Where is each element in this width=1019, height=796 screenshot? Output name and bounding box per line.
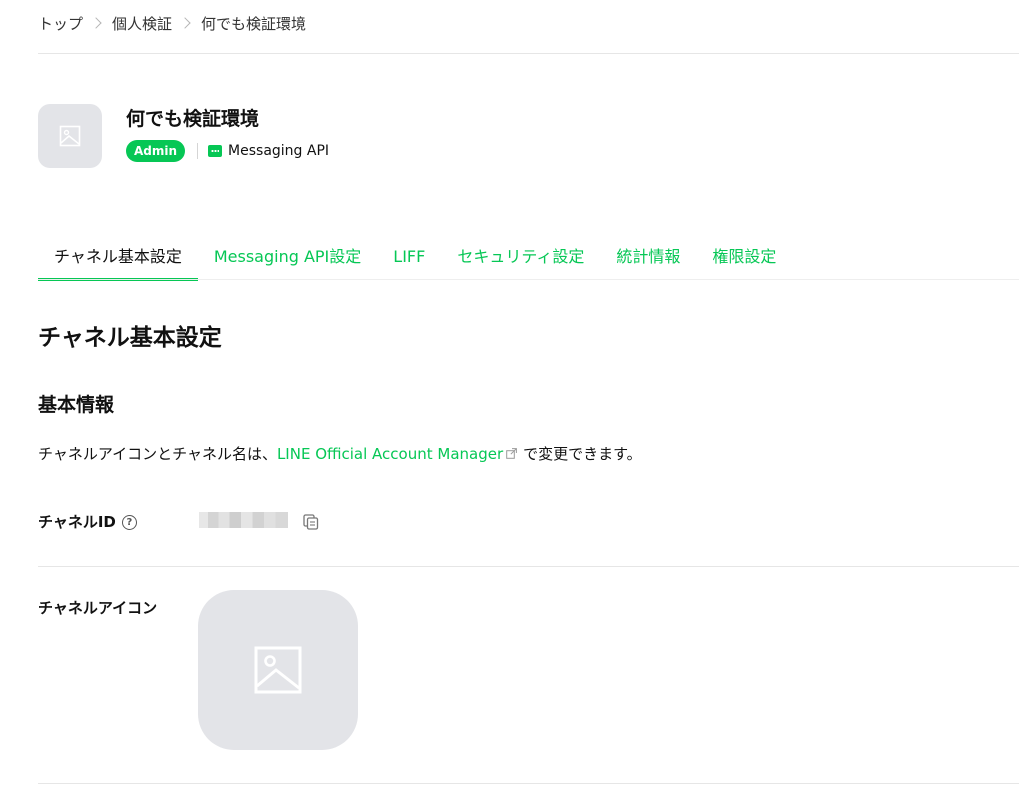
page-title: チャネル基本設定 [38, 325, 222, 351]
channel-icon-label: チャネルアイコン [38, 597, 157, 619]
channel-icon-description: チャネルアイコンとチャネル名は、LINE Official Account Ma… [38, 443, 642, 465]
field-divider-bottom [38, 783, 1019, 784]
channel-id-label: チャネルID ? [38, 511, 137, 533]
breadcrumb: トップ 個人検証 何でも検証環境 [38, 12, 306, 34]
copy-icon[interactable] [303, 514, 319, 530]
breadcrumb-item-channel: 何でも検証環境 [201, 14, 307, 33]
breadcrumb-divider [38, 53, 1019, 54]
image-placeholder-icon [59, 125, 81, 147]
description-suffix: で変更できます。 [523, 445, 642, 463]
external-link-icon[interactable] [506, 448, 518, 459]
help-icon[interactable]: ? [121, 514, 137, 530]
channel-id-value-masked [199, 512, 288, 528]
tab-messaging-api[interactable]: Messaging API設定 [198, 236, 377, 281]
description-prefix: チャネルアイコンとチャネル名は、 [38, 445, 277, 463]
channel-header-icon [38, 104, 102, 168]
channel-id-label-text: チャネルID [38, 513, 116, 531]
settings-tabs: チャネル基本設定 Messaging API設定 LIFF セキュリティ設定 統… [38, 236, 1019, 281]
meta-divider [197, 143, 199, 159]
chat-bubble-icon [208, 145, 223, 157]
breadcrumb-item-top[interactable]: トップ [38, 13, 83, 34]
channel-type: Messaging API [228, 143, 330, 159]
chevron-right-icon [179, 17, 191, 29]
channel-name: 何でも検証環境 [126, 108, 260, 130]
tab-statistics[interactable]: 統計情報 [600, 236, 696, 281]
tab-permissions[interactable]: 権限設定 [696, 236, 792, 281]
image-placeholder-icon [254, 646, 302, 694]
channel-icon-label-text: チャネルアイコン [38, 599, 158, 617]
tab-liff[interactable]: LIFF [377, 236, 441, 281]
field-divider [38, 566, 1019, 567]
breadcrumb-item-provider[interactable]: 個人検証 [112, 13, 172, 34]
channel-meta: Admin Messaging API [126, 139, 329, 163]
tab-basic-settings[interactable]: チャネル基本設定 [38, 236, 198, 281]
tabs-divider [38, 279, 1019, 280]
channel-icon-preview [198, 590, 358, 750]
role-badge: Admin [126, 140, 186, 162]
tab-security[interactable]: セキュリティ設定 [441, 236, 600, 281]
chevron-right-icon [90, 17, 102, 29]
official-account-manager-link[interactable]: LINE Official Account Manager [277, 445, 503, 463]
section-title: 基本情報 [38, 394, 115, 416]
